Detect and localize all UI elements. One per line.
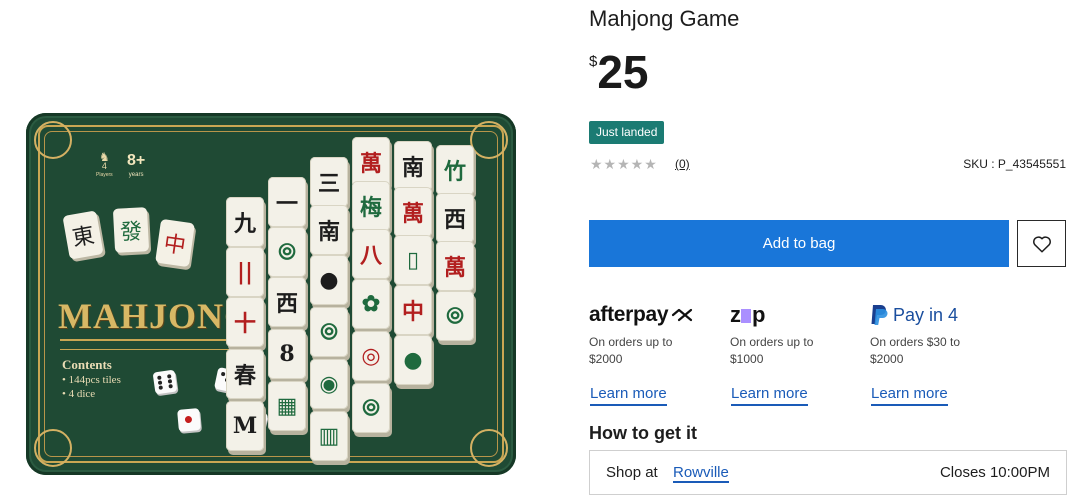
tile: ●: [310, 255, 348, 305]
mahjong-tin: ♞ 4 Players 8+ years 東 發 中 MAHJONG Conte…: [26, 113, 516, 475]
corner-ornament: [34, 429, 72, 467]
reviews-link[interactable]: (0): [675, 157, 690, 171]
tile: 8: [268, 329, 306, 379]
contents-item: • 4 dice: [62, 388, 96, 400]
paypal-logo: Pay in 4: [870, 302, 1000, 328]
tile: ◉: [310, 359, 348, 409]
store-pickup-box: Shop at Rowville Closes 10:00PM: [589, 450, 1067, 495]
product-title: Mahjong Game: [589, 6, 740, 31]
shop-at-label: Shop at: [606, 464, 658, 481]
store-closing-time: Closes 10:00PM: [939, 464, 1050, 481]
tile: 一: [268, 177, 306, 227]
tile: ◎: [352, 331, 390, 381]
price-amount: 25: [597, 46, 649, 98]
paypal-pay-in-4: Pay in 4: [893, 304, 959, 325]
tile: 萬: [436, 241, 474, 291]
tile-red-dragon: 中: [155, 218, 195, 268]
zip-learn-more-link[interactable]: Learn more: [731, 385, 808, 406]
tile: ⦾: [268, 227, 306, 277]
paypal-limit: $2000: [870, 352, 904, 366]
paypal-icon: [871, 305, 888, 325]
zip-limit: $1000: [730, 352, 764, 366]
add-to-bag-button[interactable]: Add to bag: [589, 220, 1009, 267]
how-to-get-it-heading: How to get it: [589, 423, 697, 443]
tile: 中: [394, 285, 432, 335]
afterpay-desc: On orders up to $2000: [589, 334, 719, 368]
tile: 西: [268, 277, 306, 327]
payment-afterpay: afterpay On orders up to $2000 Learn mor…: [589, 302, 719, 406]
tile: ⦾: [436, 291, 474, 341]
zip-logo-text: zp: [730, 302, 765, 327]
contents-panel: Contents • 144pcs tiles • 4 dice: [62, 357, 121, 401]
tile: 梅: [352, 181, 390, 231]
die: [177, 408, 201, 432]
wishlist-button[interactable]: [1017, 220, 1066, 267]
tile: ▥: [310, 411, 348, 461]
zip-logo: zp: [730, 302, 860, 328]
tile: ▦: [268, 381, 306, 431]
product-image[interactable]: ♞ 4 Players 8+ years 東 發 中 MAHJONG Conte…: [26, 113, 516, 475]
tile: 南: [310, 205, 348, 255]
product-price: $ 25: [589, 46, 649, 98]
corner-ornament: [34, 121, 72, 159]
afterpay-limit: $2000: [589, 352, 623, 366]
just-landed-badge: Just landed: [589, 121, 665, 144]
tile: ⦾: [310, 307, 348, 357]
tile: ▯: [394, 235, 432, 285]
tile: 萬: [352, 137, 390, 187]
tile: 八: [352, 229, 390, 279]
paypal-learn-more-link[interactable]: Learn more: [871, 385, 948, 406]
age-info: 8+ years: [127, 153, 145, 183]
tile-green-dragon: 發: [112, 207, 150, 253]
rating-stars: ★★★★★: [590, 156, 658, 172]
price-currency: $: [589, 53, 598, 70]
afterpay-arrows-icon: [672, 308, 693, 322]
tile: 萬: [394, 187, 432, 237]
tile: M: [226, 401, 264, 451]
payment-zip: zp On orders up to $1000 Learn more: [730, 302, 860, 406]
paypal-desc-line: On orders $30 to: [870, 335, 961, 349]
tile: ||: [226, 247, 264, 297]
tile: 九: [226, 197, 264, 247]
heart-icon: [1032, 235, 1051, 253]
tile: ⦾: [352, 383, 390, 433]
afterpay-learn-more-link[interactable]: Learn more: [590, 385, 667, 406]
age-value: 8+: [127, 152, 146, 169]
die: [152, 369, 178, 395]
afterpay-desc-line: On orders up to: [589, 335, 673, 349]
tile: 十: [226, 297, 264, 347]
tile-east: 東: [62, 210, 104, 260]
tile: 南: [394, 141, 432, 191]
age-label: years: [128, 172, 144, 178]
players-info: ♞ 4 Players: [96, 151, 113, 180]
tile: 西: [436, 193, 474, 243]
zip-desc: On orders up to $1000: [730, 334, 860, 368]
tile: 竹: [436, 145, 474, 195]
tile: ✿: [352, 279, 390, 329]
sku-label: SKU : P_43545551: [963, 157, 1066, 171]
brand-flourish: [60, 339, 240, 350]
tile: 三: [310, 157, 348, 207]
tile: ●: [394, 335, 432, 385]
players-label: Players: [96, 172, 113, 178]
tile-pile: 萬 南 竹 三 梅 萬 西 一 九 南 八 ▯ 萬 ⦾ || ● ✿ 中 ⦾ 西…: [222, 135, 512, 473]
zip-desc-line: On orders up to: [730, 335, 814, 349]
contents-heading: Contents: [62, 357, 112, 372]
store-link[interactable]: Rowville: [673, 464, 729, 483]
afterpay-logo: afterpay: [589, 302, 719, 328]
paypal-desc: On orders $30 to $2000: [870, 334, 1000, 368]
afterpay-logo-text: afterpay: [589, 303, 669, 326]
contents-item: • 144pcs tiles: [62, 374, 121, 386]
payment-paypal: Pay in 4 On orders $30 to $2000 Learn mo…: [870, 302, 1000, 406]
tile: 春: [226, 349, 264, 399]
